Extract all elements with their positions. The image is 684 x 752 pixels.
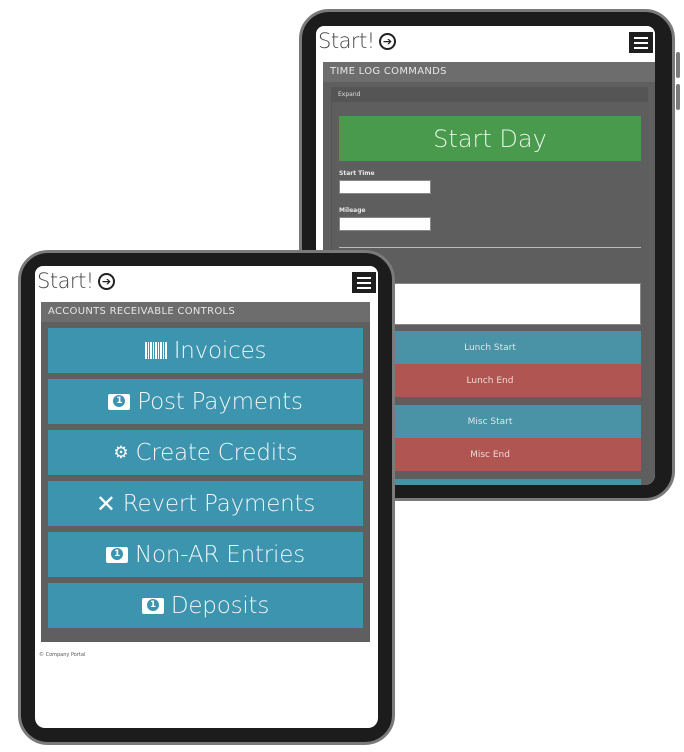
menu-icon-bar <box>634 41 648 44</box>
ar-button-list: Invoices Post Payments ⚙ Create Credits … <box>48 328 363 634</box>
brand-text: Start! <box>318 29 375 53</box>
divider <box>339 247 641 248</box>
hamburger-menu-button[interactable] <box>629 32 653 53</box>
start-time-input[interactable] <box>339 180 431 194</box>
money-icon <box>141 597 164 614</box>
button-label: Revert Payments <box>122 490 316 517</box>
gears-icon: ⚙ <box>113 442 129 463</box>
top-bar: Start! ➔ <box>316 26 655 60</box>
start-time-label: Start Time <box>339 170 375 177</box>
brand-link[interactable]: Start! ➔ <box>318 29 396 53</box>
menu-icon-bar <box>357 281 371 284</box>
brand-link[interactable]: Start! ➔ <box>37 269 115 293</box>
deposits-button[interactable]: Deposits <box>48 583 363 628</box>
menu-icon-bar <box>634 46 648 49</box>
panel-title: TIME LOG COMMANDS <box>323 62 655 82</box>
mileage-input[interactable] <box>339 217 431 231</box>
tablet-side-button <box>676 52 680 78</box>
front-tablet: Start! ➔ ACCOUNTS RECEIVABLE CONTROLS In… <box>18 250 395 745</box>
money-icon <box>106 546 128 563</box>
menu-icon-bar <box>634 36 648 39</box>
menu-icon-bar <box>357 286 371 289</box>
non-ar-entries-button[interactable]: Non-AR Entries <box>48 532 363 577</box>
button-label: Non-AR Entries <box>135 541 305 568</box>
tablet-side-button <box>676 84 680 110</box>
top-bar: Start! ➔ <box>35 266 378 300</box>
revert-payments-button[interactable]: ✕ Revert Payments <box>48 481 363 526</box>
arrow-circle-right-icon: ➔ <box>378 32 396 50</box>
invoices-button[interactable]: Invoices <box>48 328 363 373</box>
menu-icon-bar <box>357 276 371 279</box>
button-label: Post Payments <box>137 388 303 415</box>
brand-text: Start! <box>37 269 94 293</box>
close-icon: ✕ <box>95 489 116 518</box>
post-payments-button[interactable]: Post Payments <box>48 379 363 424</box>
button-label: Invoices <box>173 337 267 364</box>
footer-copyright: © Company Portal <box>39 652 86 658</box>
button-label: Deposits <box>170 592 270 619</box>
barcode-icon <box>144 342 167 359</box>
front-screen: Start! ➔ ACCOUNTS RECEIVABLE CONTROLS In… <box>35 266 378 728</box>
panel-title: ACCOUNTS RECEIVABLE CONTROLS <box>41 302 370 322</box>
hamburger-menu-button[interactable] <box>352 272 376 293</box>
mileage-label: Mileage <box>339 207 366 214</box>
money-icon <box>108 393 131 410</box>
expand-toggle[interactable]: Expand <box>332 87 648 102</box>
button-label: Create Credits <box>135 439 298 466</box>
create-credits-button[interactable]: ⚙ Create Credits <box>48 430 363 475</box>
start-day-button[interactable]: Start Day <box>339 116 641 161</box>
arrow-circle-right-icon: ➔ <box>97 272 115 290</box>
accounts-receivable-panel: ACCOUNTS RECEIVABLE CONTROLS Invoices Po… <box>41 302 370 642</box>
